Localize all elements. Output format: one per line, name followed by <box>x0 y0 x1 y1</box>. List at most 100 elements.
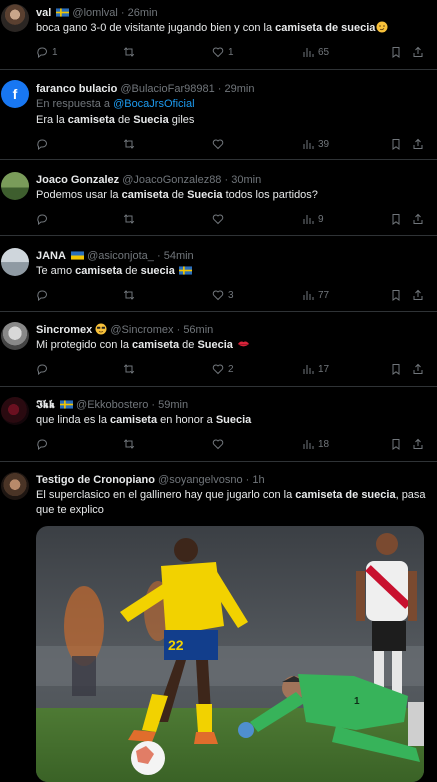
avatar[interactable] <box>1 4 29 32</box>
reply-icon <box>37 47 47 58</box>
reply-button[interactable] <box>36 138 52 150</box>
avatar[interactable] <box>1 472 29 500</box>
share-button[interactable] <box>412 46 424 58</box>
reply-button[interactable]: 1 <box>36 46 58 58</box>
bookmark-button[interactable] <box>390 213 402 225</box>
views-chart-icon <box>303 365 314 374</box>
display-name[interactable]: Sincromex <box>36 324 92 336</box>
heart-icon <box>212 290 224 301</box>
avatar[interactable] <box>1 248 29 276</box>
views-button[interactable]: 77 <box>302 289 329 301</box>
handle[interactable]: @lomlval <box>72 7 117 19</box>
display-name[interactable]: Joaco Gonzalez <box>36 174 119 186</box>
tweet[interactable]: val @lomlval · 26min boca gano 3-0 de vi… <box>0 0 437 70</box>
views-button[interactable]: 17 <box>302 363 329 375</box>
display-name[interactable]: 𝕴𝖐𝖐 <box>36 399 55 411</box>
timestamp[interactable]: 54min <box>164 250 194 262</box>
reply-button[interactable] <box>36 213 52 225</box>
share-icon <box>413 289 423 300</box>
bookmark-button[interactable] <box>390 46 402 58</box>
retweet-icon <box>123 290 135 300</box>
views-button[interactable]: 18 <box>302 438 329 450</box>
retweet-icon <box>123 47 135 57</box>
share-button[interactable] <box>412 213 424 225</box>
like-button[interactable]: 3 <box>212 289 234 301</box>
reply-button[interactable] <box>36 438 52 450</box>
avatar[interactable] <box>1 172 29 200</box>
reply-icon <box>37 439 47 450</box>
retweet-icon <box>123 364 135 374</box>
handle[interactable]: @JoacoGonzalez88 <box>122 174 221 186</box>
reply-button[interactable] <box>36 363 52 375</box>
retweet-button[interactable] <box>123 213 139 225</box>
display-name[interactable]: JANA <box>36 250 66 262</box>
handle[interactable]: @asiconjota_ <box>87 250 154 262</box>
views-chart-icon <box>303 140 314 149</box>
bookmark-icon <box>392 139 400 150</box>
retweet-button[interactable] <box>123 289 139 301</box>
timestamp[interactable]: 59min <box>158 399 188 411</box>
bookmark-icon <box>392 364 400 375</box>
retweet-icon <box>123 439 135 449</box>
tweet-actions: 3 77 <box>36 289 427 303</box>
tweet[interactable]: Sincromex @Sincromex · 56min Mi protegid… <box>0 312 437 387</box>
reply-context: En respuesta a @BocaJrsOficial <box>36 98 195 110</box>
retweet-button[interactable] <box>123 438 139 450</box>
sweden-flag-icon <box>59 400 73 409</box>
handle[interactable]: @Sincromex <box>110 324 173 336</box>
reply-button[interactable] <box>36 289 52 301</box>
share-button[interactable] <box>412 289 424 301</box>
display-name[interactable]: val <box>36 7 51 19</box>
timestamp[interactable]: 29min <box>225 83 255 95</box>
sunglasses-face-emoji <box>95 323 107 335</box>
bookmark-button[interactable] <box>390 438 402 450</box>
avatar[interactable]: f <box>1 80 29 108</box>
mention-link[interactable]: @BocaJrsOficial <box>113 98 194 110</box>
display-name[interactable]: faranco bulacio <box>36 83 117 95</box>
like-button[interactable] <box>212 213 228 225</box>
bookmark-icon <box>392 214 400 225</box>
share-icon <box>413 46 423 57</box>
media-image[interactable]: 22 1 <box>36 526 424 782</box>
share-button[interactable] <box>412 138 424 150</box>
display-name[interactable]: Testigo de Cronopiano <box>36 474 155 486</box>
tweet-text: boca gano 3-0 de visitante jugando bien … <box>36 21 427 36</box>
like-button[interactable] <box>212 438 228 450</box>
tweet[interactable]: 𝕴𝖐𝖐 @Ekkobostero · 59min que linda es la… <box>0 387 437 462</box>
svg-text:1: 1 <box>354 696 360 707</box>
heart-icon <box>212 139 224 150</box>
like-button[interactable]: 2 <box>212 363 234 375</box>
views-button[interactable]: 9 <box>302 213 324 225</box>
handle[interactable]: @Ekkobostero <box>76 399 148 411</box>
views-button[interactable]: 65 <box>302 46 329 58</box>
bookmark-button[interactable] <box>390 363 402 375</box>
bookmark-button[interactable] <box>390 138 402 150</box>
tweet-actions: 1 1 65 <box>36 46 427 60</box>
handle[interactable]: @BulacioFar98981 <box>120 83 214 95</box>
tweet[interactable]: f faranco bulacio @BulacioFar98981 · 29m… <box>0 70 437 160</box>
retweet-button[interactable] <box>123 46 139 58</box>
heart-icon <box>212 364 224 375</box>
tweet[interactable]: Joaco Gonzalez @JoacoGonzalez88 · 30min … <box>0 160 437 236</box>
avatar[interactable] <box>1 322 29 350</box>
tweet-text: que linda es la camiseta en honor a Suec… <box>36 414 252 426</box>
retweet-button[interactable] <box>123 363 139 375</box>
like-button[interactable]: 1 <box>212 46 234 58</box>
tweet-actions: 18 <box>36 438 427 452</box>
tweet[interactable]: Testigo de Cronopiano @soyangelvosno · 1… <box>0 462 437 782</box>
avatar[interactable] <box>1 397 29 425</box>
timestamp[interactable]: 1h <box>252 474 264 486</box>
views-button[interactable]: 39 <box>302 138 329 150</box>
timestamp[interactable]: 30min <box>231 174 261 186</box>
retweet-button[interactable] <box>123 138 139 150</box>
bookmark-button[interactable] <box>390 289 402 301</box>
share-button[interactable] <box>412 438 424 450</box>
share-button[interactable] <box>412 363 424 375</box>
tweet-text: Mi protegido con la camiseta de Suecia <box>36 338 427 353</box>
handle[interactable]: @soyangelvosno <box>158 474 243 486</box>
reply-icon <box>37 290 47 301</box>
tweet[interactable]: JANA @asiconjota_ · 54min Te amo camiset… <box>0 236 437 312</box>
timestamp[interactable]: 56min <box>183 324 213 336</box>
like-button[interactable] <box>212 138 228 150</box>
timestamp[interactable]: 26min <box>128 7 158 19</box>
